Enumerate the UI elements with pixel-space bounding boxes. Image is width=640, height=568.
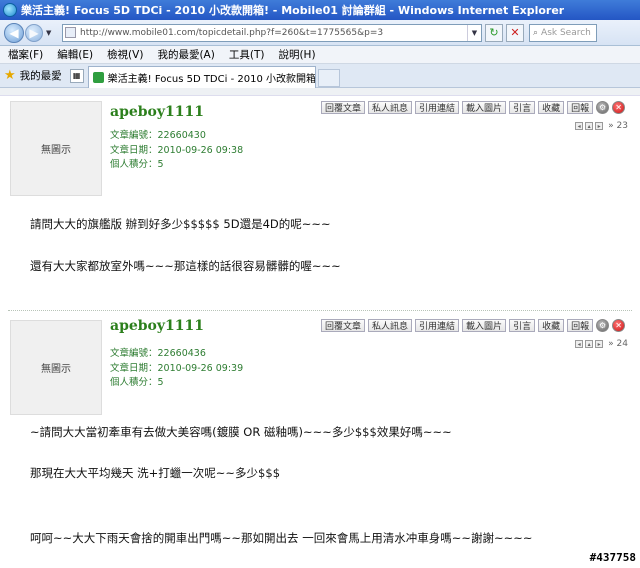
report-button[interactable]: 回報: [567, 319, 594, 332]
post-line-2: 那現在大大平均幾天 洗+打蠟一次呢~~多少$$$: [30, 466, 281, 480]
stop-button[interactable]: ✕: [506, 23, 524, 42]
quote-button[interactable]: 引言: [509, 101, 536, 114]
tab-bar: ★ 我的最愛 ▦ 樂活主義! Focus 5D TDCi - 2010 小改款開…: [0, 64, 640, 88]
message-button[interactable]: 私人訊息: [368, 319, 413, 332]
avatar: 無圖示: [10, 101, 102, 196]
history-dropdown-icon[interactable]: ▼: [46, 29, 56, 37]
back-button[interactable]: ◀: [4, 22, 24, 43]
post-points-value: 5: [157, 159, 164, 170]
ie-logo-icon: [3, 3, 17, 17]
post-24: 無圖示 apeboy1111 回覆文章 私人訊息 引用連結 載入圖片 引言 收藏…: [0, 310, 640, 560]
url-text[interactable]: http://www.mobile01.com/topicdetail.php?…: [80, 28, 467, 38]
post-line-1: 請問大大的旗艦版 辦到好多少$$$$$ 5D還是4D的呢~~~: [30, 217, 331, 231]
post-actions: 回覆文章 私人訊息 引用連結 載入圖片 引言 收藏 回報 ⚙ ✕: [321, 101, 628, 114]
post-points-label: 個人積分：: [110, 377, 158, 388]
reply-button[interactable]: 回覆文章: [321, 101, 366, 114]
window-title: 樂活主義! Focus 5D TDCi - 2010 小改款開箱! - Mobi…: [21, 4, 565, 17]
quick-tabs-icon[interactable]: ▦: [69, 68, 84, 83]
post-id-label: 文章編號：: [110, 130, 158, 141]
window-titlebar: 樂活主義! Focus 5D TDCi - 2010 小改款開箱! - Mobi…: [0, 0, 640, 20]
post-date-label: 文章日期：: [110, 362, 158, 374]
avatar: 無圖示: [10, 320, 102, 415]
post-line-2: 還有大大家都放室外嗎~~~那這樣的話很容易髒髒的喔~~~: [30, 259, 341, 273]
post-meta: 文章編號：22660430 文章日期：2010-09-26 09:38 個人積分…: [110, 129, 243, 173]
floor-nav: ◂ ▴ ▸ » 23: [573, 121, 628, 131]
favorites-button[interactable]: ★ 我的最愛: [4, 68, 62, 83]
post-points-label: 個人積分：: [110, 159, 158, 170]
gear-icon[interactable]: ⚙: [596, 101, 610, 114]
content-top-strip: [0, 88, 640, 96]
post-line-3: 呵呵~~大大下雨天會捨的開車出門嗎~~那如開出去 一回來會馬上用清水冲車身嗎~~…: [30, 531, 533, 545]
image-watermark: #437758: [589, 551, 636, 564]
favorites-label: 我的最愛: [19, 70, 62, 82]
load-images-button[interactable]: 載入圖片: [462, 101, 507, 114]
post-points-value: 5: [157, 377, 164, 388]
address-field[interactable]: http://www.mobile01.com/topicdetail.php?…: [62, 23, 482, 42]
forward-button[interactable]: ▶: [25, 23, 43, 42]
menu-help[interactable]: 說明(H): [278, 47, 315, 62]
nav-next-icon[interactable]: ▸: [595, 122, 604, 130]
post-line-1: ~請問大大當初牽車有去做大美容嗎(鍍膜 OR 磁釉嗎)~~~多少$$$效果好嗎~…: [30, 425, 452, 439]
delete-icon[interactable]: ✕: [612, 319, 626, 332]
post-date-label: 文章日期：: [110, 144, 158, 156]
nav-prev-icon[interactable]: ◂: [575, 122, 584, 130]
menu-file[interactable]: 檔案(F): [8, 47, 43, 62]
gear-icon[interactable]: ⚙: [596, 319, 610, 332]
new-tab-button[interactable]: [317, 68, 340, 87]
post-date-value: 2010-09-26 09:39: [157, 362, 244, 374]
search-input[interactable]: ⌕ Ask Search: [529, 23, 597, 42]
nav-top-icon[interactable]: ▴: [585, 122, 594, 130]
floor-number[interactable]: » 23: [608, 121, 628, 131]
delete-icon[interactable]: ✕: [612, 101, 626, 114]
report-button[interactable]: 回報: [567, 101, 594, 114]
quote-link-button[interactable]: 引用連結: [415, 101, 460, 114]
nav-top-icon[interactable]: ▴: [585, 340, 594, 348]
tab-active[interactable]: 樂活主義! Focus 5D TDCi - 2010 小改款開箱! - Mo..…: [87, 65, 316, 88]
menu-favorites[interactable]: 我的最愛(A): [157, 47, 214, 62]
floor-nav: ◂ ▴ ▸ » 24: [573, 339, 628, 349]
menu-edit[interactable]: 編輯(E): [57, 47, 93, 62]
post-23: 無圖示 apeboy1111 回覆文章 私人訊息 引用連結 載入圖片 引言 收藏…: [0, 98, 640, 308]
post-id-label: 文章編號：: [110, 348, 158, 359]
site-favicon-icon: [92, 71, 104, 83]
search-icon: ⌕: [533, 27, 539, 38]
username[interactable]: apeboy1111: [110, 318, 204, 334]
bookmark-button[interactable]: 收藏: [538, 101, 565, 114]
nav-next-icon[interactable]: ▸: [595, 340, 604, 348]
post-meta: 文章編號：22660436 文章日期：2010-09-26 09:39 個人積分…: [110, 347, 243, 391]
quote-link-button[interactable]: 引用連結: [415, 319, 460, 332]
nav-prev-icon[interactable]: ◂: [575, 340, 584, 348]
menu-bar: 檔案(F) 編輯(E) 檢視(V) 我的最愛(A) 工具(T) 說明(H): [0, 46, 640, 64]
bookmark-button[interactable]: 收藏: [538, 319, 565, 332]
page-icon: [65, 27, 76, 38]
tab-title: 樂活主義! Focus 5D TDCi - 2010 小改款開箱! - Mo..…: [107, 73, 316, 85]
post-actions: 回覆文章 私人訊息 引用連結 載入圖片 引言 收藏 回報 ⚙ ✕: [321, 319, 628, 332]
quote-button[interactable]: 引言: [509, 319, 536, 332]
floor-number[interactable]: » 24: [608, 339, 628, 349]
page-content: 無圖示 apeboy1111 回覆文章 私人訊息 引用連結 載入圖片 引言 收藏…: [0, 88, 640, 568]
star-icon: ★: [4, 68, 16, 83]
reply-button[interactable]: 回覆文章: [321, 319, 366, 332]
post-id-value: 22660430: [157, 130, 206, 141]
menu-tools[interactable]: 工具(T): [229, 47, 265, 62]
load-images-button[interactable]: 載入圖片: [462, 319, 507, 332]
post-date-value: 2010-09-26 09:38: [157, 144, 244, 156]
address-toolbar: ◀ ▶ ▼ http://www.mobile01.com/topicdetai…: [0, 20, 640, 46]
message-button[interactable]: 私人訊息: [368, 101, 413, 114]
search-placeholder: Ask Search: [541, 27, 591, 38]
menu-view[interactable]: 檢視(V): [107, 47, 143, 62]
url-dropdown-icon[interactable]: ▼: [467, 24, 481, 41]
username[interactable]: apeboy1111: [110, 104, 204, 120]
refresh-button[interactable]: ↻: [485, 23, 503, 42]
post-id-value: 22660436: [157, 348, 206, 359]
post-divider: [8, 310, 632, 311]
